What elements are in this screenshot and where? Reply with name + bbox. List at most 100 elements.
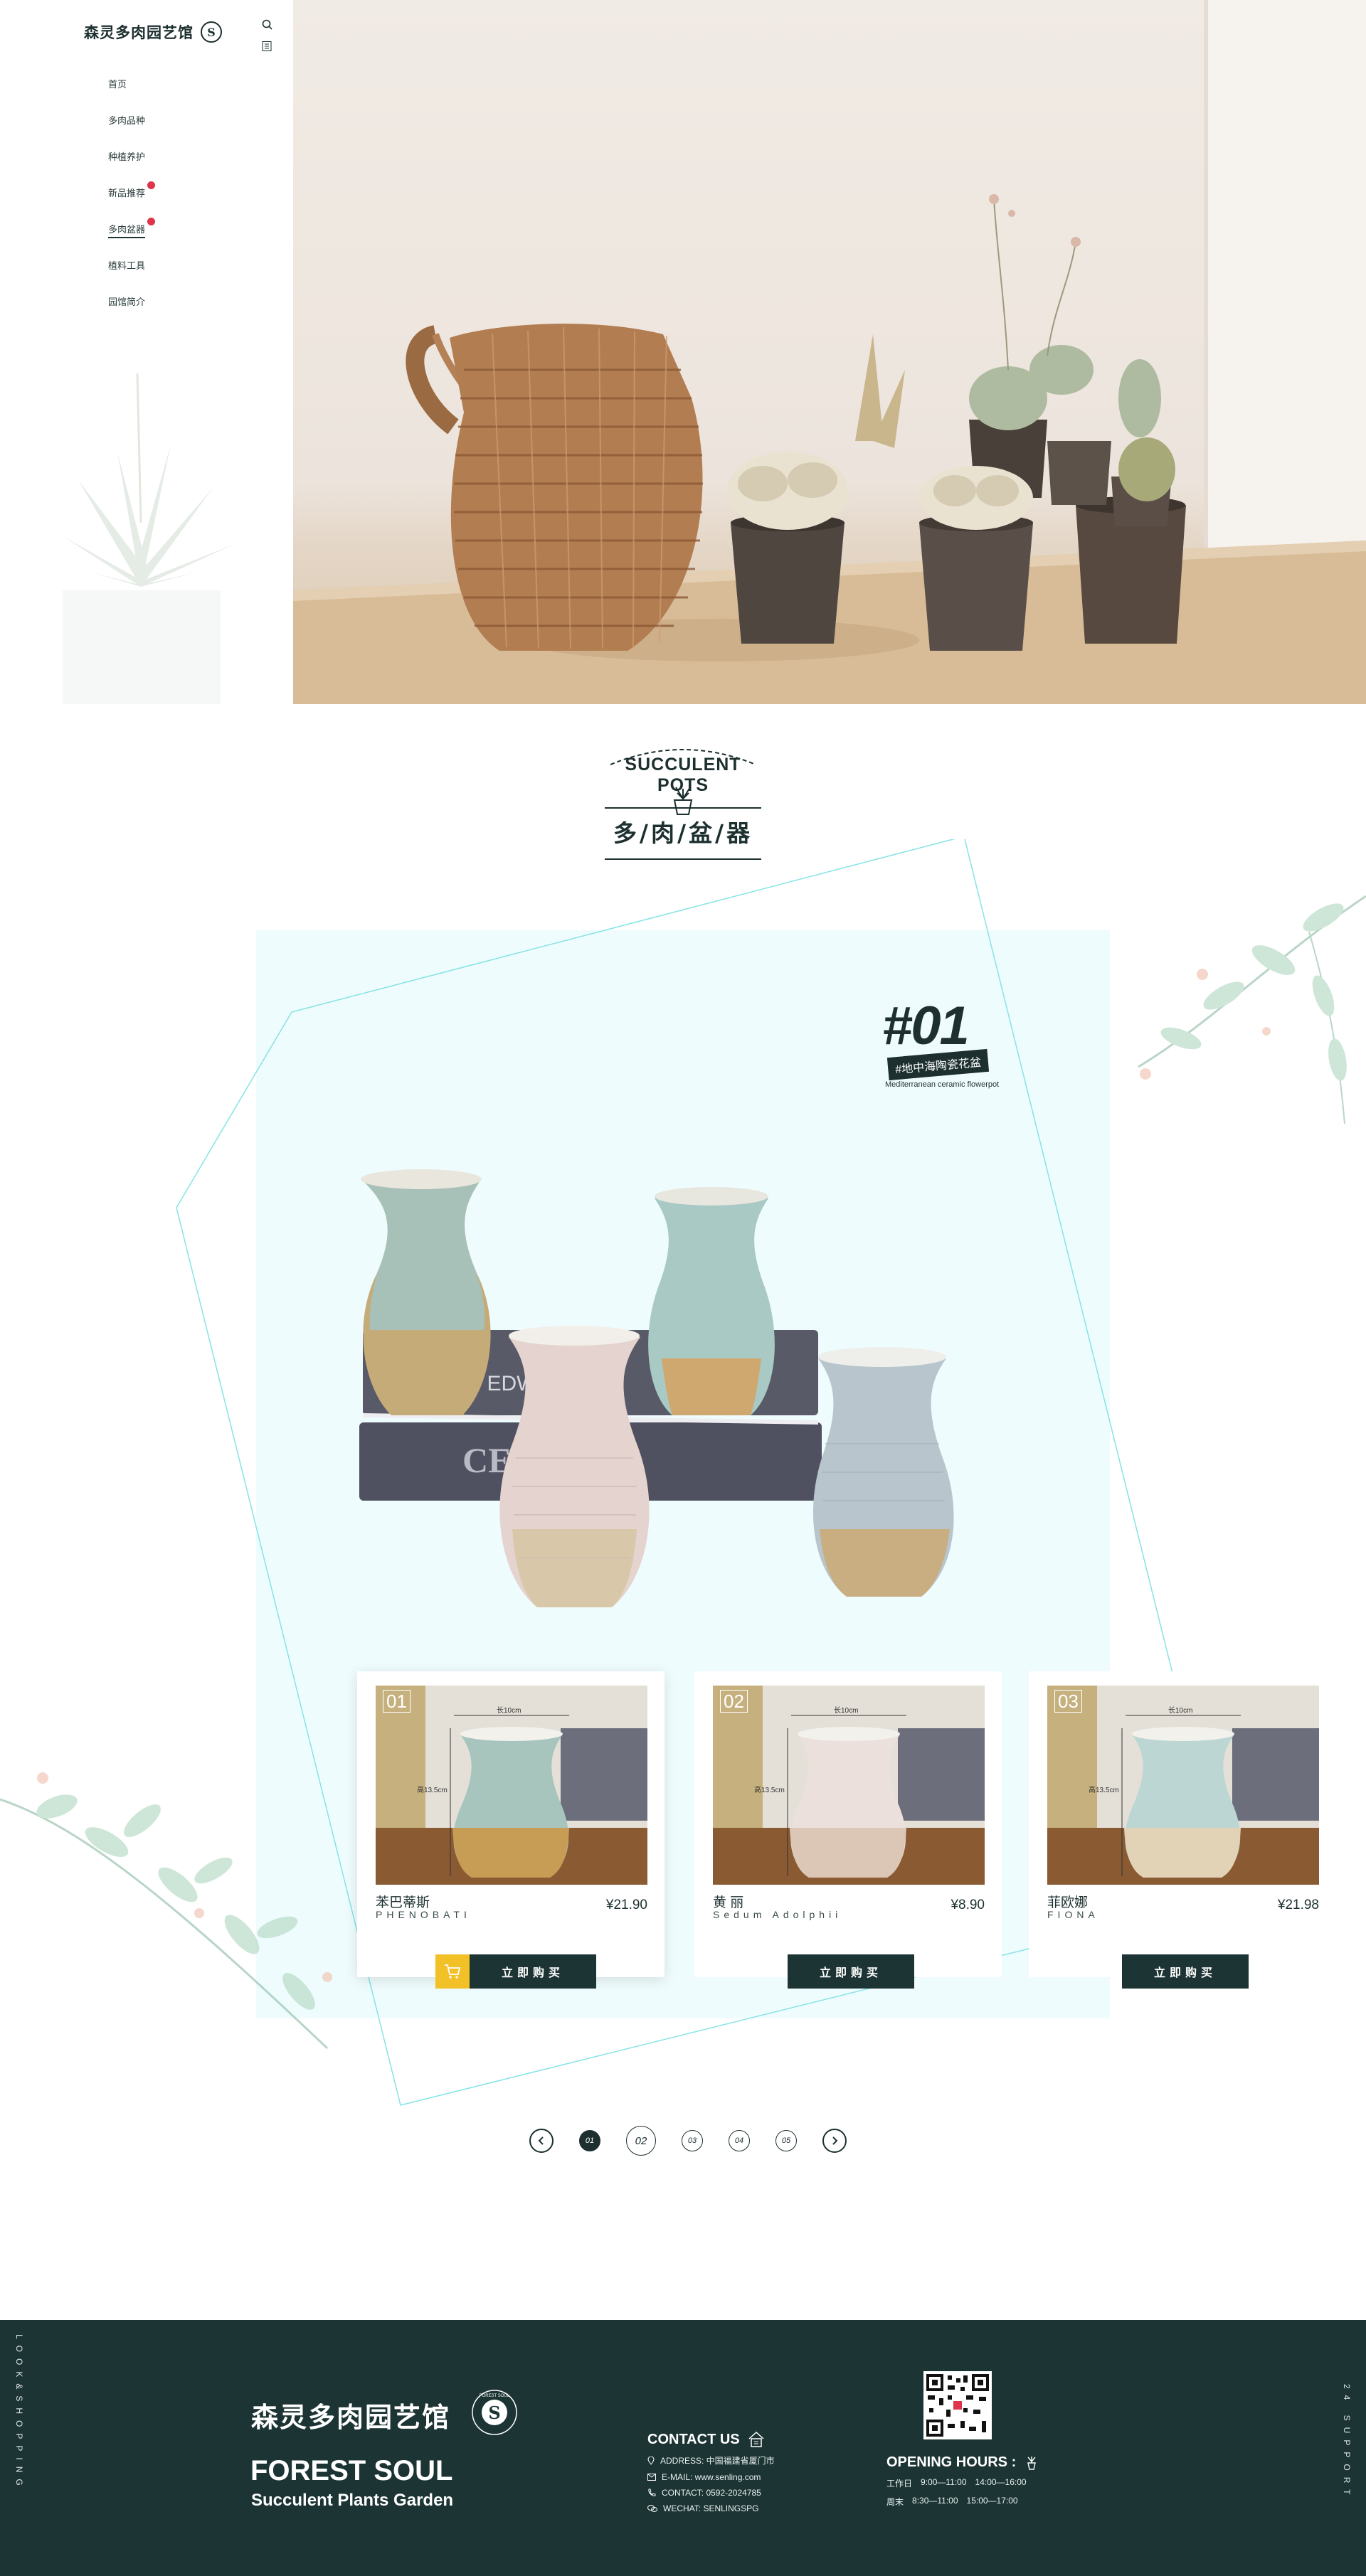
- product-price: ¥8.90: [951, 1898, 985, 1912]
- wechat-icon: [647, 2505, 657, 2512]
- hours-am: 9:00—11:00: [921, 2477, 967, 2487]
- svg-text:S: S: [488, 2402, 500, 2423]
- brand-badge: S: [201, 21, 222, 43]
- buy-now-button[interactable]: 立即购买: [1122, 1954, 1249, 1989]
- product-number: 02: [720, 1690, 748, 1713]
- product-height: 高13.5cm: [1089, 1787, 1119, 1794]
- succulents-basket-illustration: [293, 0, 1366, 704]
- pot-icon: [673, 787, 693, 815]
- product-card[interactable]: 02 长10cm 高13.5cm 黄 丽 Sedum Adolphii ¥8.9…: [694, 1671, 1002, 1989]
- chevron-right-icon: [832, 2136, 838, 2145]
- hot-badge-icon: [147, 218, 156, 225]
- footer-brand-en: FOREST SOUL: [250, 2455, 453, 2486]
- add-to-cart-button[interactable]: [435, 1954, 470, 1989]
- nav-item[interactable]: 新品推荐: [108, 181, 156, 219]
- product-name: 黄 丽: [713, 1895, 744, 1910]
- sidebar: 森灵多肉园艺馆 S 首页多肉品种种植养护新品推荐 多肉盆器植料工具园馆简介: [0, 0, 293, 704]
- language-icon[interactable]: [261, 41, 272, 52]
- aloe-plant-image: [63, 373, 235, 704]
- pagination: 01 02 03 04 05: [529, 2126, 847, 2156]
- hours-pm: 15:00—17:00: [966, 2496, 1018, 2506]
- hours-lines: 工作日 9:00—11:00 14:00—16:00 周末 8:30—11:00 …: [886, 2477, 1040, 2508]
- product-subtitle: Sedum Adolphii: [713, 1909, 842, 1920]
- chevron-left-icon: [538, 2136, 544, 2145]
- product-width: 长10cm: [834, 1707, 859, 1715]
- product-height: 高13.5cm: [754, 1787, 785, 1794]
- search-icon[interactable]: [261, 18, 274, 31]
- product-photo: 01 长10cm 高13.5cm: [376, 1686, 647, 1885]
- nav-item-label: 首页: [108, 79, 127, 90]
- contact-email[interactable]: E-MAIL: www.senling.com: [647, 2472, 775, 2482]
- product-card[interactable]: 03 长10cm 高13.5cm 菲欧娜 FIONA ¥21.98 立即购买: [1029, 1671, 1336, 1989]
- hours-day: 周末: [886, 2497, 904, 2507]
- buy-now-button[interactable]: 立即购买: [788, 1954, 914, 1989]
- page-dot[interactable]: 03: [682, 2130, 703, 2151]
- brand-logo[interactable]: 森灵多肉园艺馆 S: [84, 21, 222, 43]
- house-icon: [748, 2431, 764, 2447]
- hours-pm: 14:00—16:00: [975, 2477, 1027, 2487]
- featured-vases-image: PARDON EDWARD CE E: [359, 1169, 954, 1607]
- product-number: 03: [1054, 1690, 1082, 1713]
- prev-arrow[interactable]: [529, 2129, 554, 2153]
- title-rule-top: [605, 807, 761, 809]
- contact-block: CONTACT US ADDRESS: 中国福建省厦门市 E-MAIL: www…: [647, 2430, 775, 2513]
- footer: LOOK&SHOPPING 24 SUPPORT 森灵多肉园艺馆 S FORES…: [0, 2320, 1366, 2576]
- hero-photo: [293, 0, 1366, 704]
- contact-heading: CONTACT US: [647, 2430, 775, 2449]
- footer-vertical-right: 24 SUPPORT: [1342, 2384, 1352, 2501]
- contact-wechat[interactable]: WECHAT: SENLINGSPG: [647, 2503, 775, 2513]
- page-dot[interactable]: 05: [775, 2130, 797, 2151]
- footer-brand-subtitle: Succulent Plants Garden: [251, 2491, 454, 2510]
- brand-name: 森灵多肉园艺馆: [84, 23, 194, 41]
- hours-am: 8:30—11:00: [912, 2496, 958, 2506]
- nav-item[interactable]: 首页: [108, 74, 155, 110]
- contact-phone[interactable]: CONTACT: 0592-2024785: [647, 2488, 775, 2498]
- product-name: 菲欧娜: [1047, 1895, 1089, 1910]
- leaf-branch-right: [1138, 895, 1366, 1124]
- nav-item[interactable]: 多肉品种: [108, 110, 155, 147]
- nav-item-label: 园馆简介: [108, 297, 146, 307]
- product-subtitle: FIONA: [1047, 1909, 1099, 1920]
- mail-icon: [647, 2474, 656, 2481]
- main-nav: 首页多肉品种种植养护新品推荐 多肉盆器植料工具园馆简介: [108, 74, 156, 328]
- nav-item-label: 植料工具: [108, 260, 146, 271]
- product-price: ¥21.98: [1277, 1898, 1319, 1912]
- product-subtitle: PHENOBATI: [376, 1909, 471, 1920]
- qr-code-image: [926, 2374, 989, 2437]
- plant-icon: [1027, 2457, 1037, 2470]
- hot-badge-icon: [147, 181, 156, 189]
- hero-section: 森灵多肉园艺馆 S 首页多肉品种种植养护新品推荐 多肉盆器植料工具园馆简介: [0, 0, 1366, 704]
- buy-now-button[interactable]: 立即购买: [470, 1954, 596, 1989]
- nav-item[interactable]: 多肉盆器: [108, 218, 156, 255]
- product-price: ¥21.90: [605, 1898, 647, 1912]
- nav-item[interactable]: 植料工具: [108, 255, 155, 292]
- hours-day: 工作日: [886, 2479, 913, 2489]
- product-width: 长10cm: [497, 1707, 521, 1715]
- nav-item-label: 种植养护: [108, 151, 146, 162]
- cart-icon: [445, 1964, 461, 1979]
- footer-seal-logo: S FOREST SOUL: [472, 2390, 517, 2435]
- product-height: 高13.5cm: [417, 1787, 448, 1794]
- hours-line: 工作日 9:00—11:00 14:00—16:00: [886, 2477, 1040, 2489]
- leaf-branch-left: [0, 1772, 332, 2050]
- showcase-section: #01 #地中海陶瓷花盆 Mediterranean ceramic flowe…: [0, 839, 1366, 2119]
- hours-title: OPENING HOURS :: [886, 2454, 1017, 2470]
- page-dots: 01 02 03 04 05: [554, 2126, 797, 2156]
- page-dot[interactable]: 04: [729, 2130, 750, 2151]
- page-dot[interactable]: 01: [579, 2130, 600, 2151]
- footer-vertical-left: LOOK&SHOPPING: [14, 2334, 24, 2492]
- hours-block: OPENING HOURS : 工作日 9:00—11:00 14:00—16:…: [886, 2454, 1040, 2508]
- nav-item[interactable]: 园馆简介: [108, 292, 155, 328]
- phone-icon: [648, 2489, 656, 2496]
- product-card[interactable]: 01 长10cm 高13.5cm 苯巴蒂斯 PHENOBATI ¥21.90 立…: [357, 1671, 665, 1989]
- qr-code: [923, 2371, 992, 2439]
- product-width: 长10cm: [1168, 1707, 1193, 1715]
- next-arrow[interactable]: [822, 2129, 847, 2153]
- nav-item[interactable]: 种植养护: [108, 147, 155, 183]
- top-icons: [261, 18, 274, 55]
- page-dot[interactable]: 02: [626, 2126, 656, 2156]
- location-icon: [647, 2456, 655, 2465]
- nav-item-label: 多肉品种: [108, 115, 146, 126]
- footer-brand-cn: 森灵多肉园艺馆: [251, 2401, 451, 2433]
- product-name: 苯巴蒂斯: [376, 1895, 430, 1910]
